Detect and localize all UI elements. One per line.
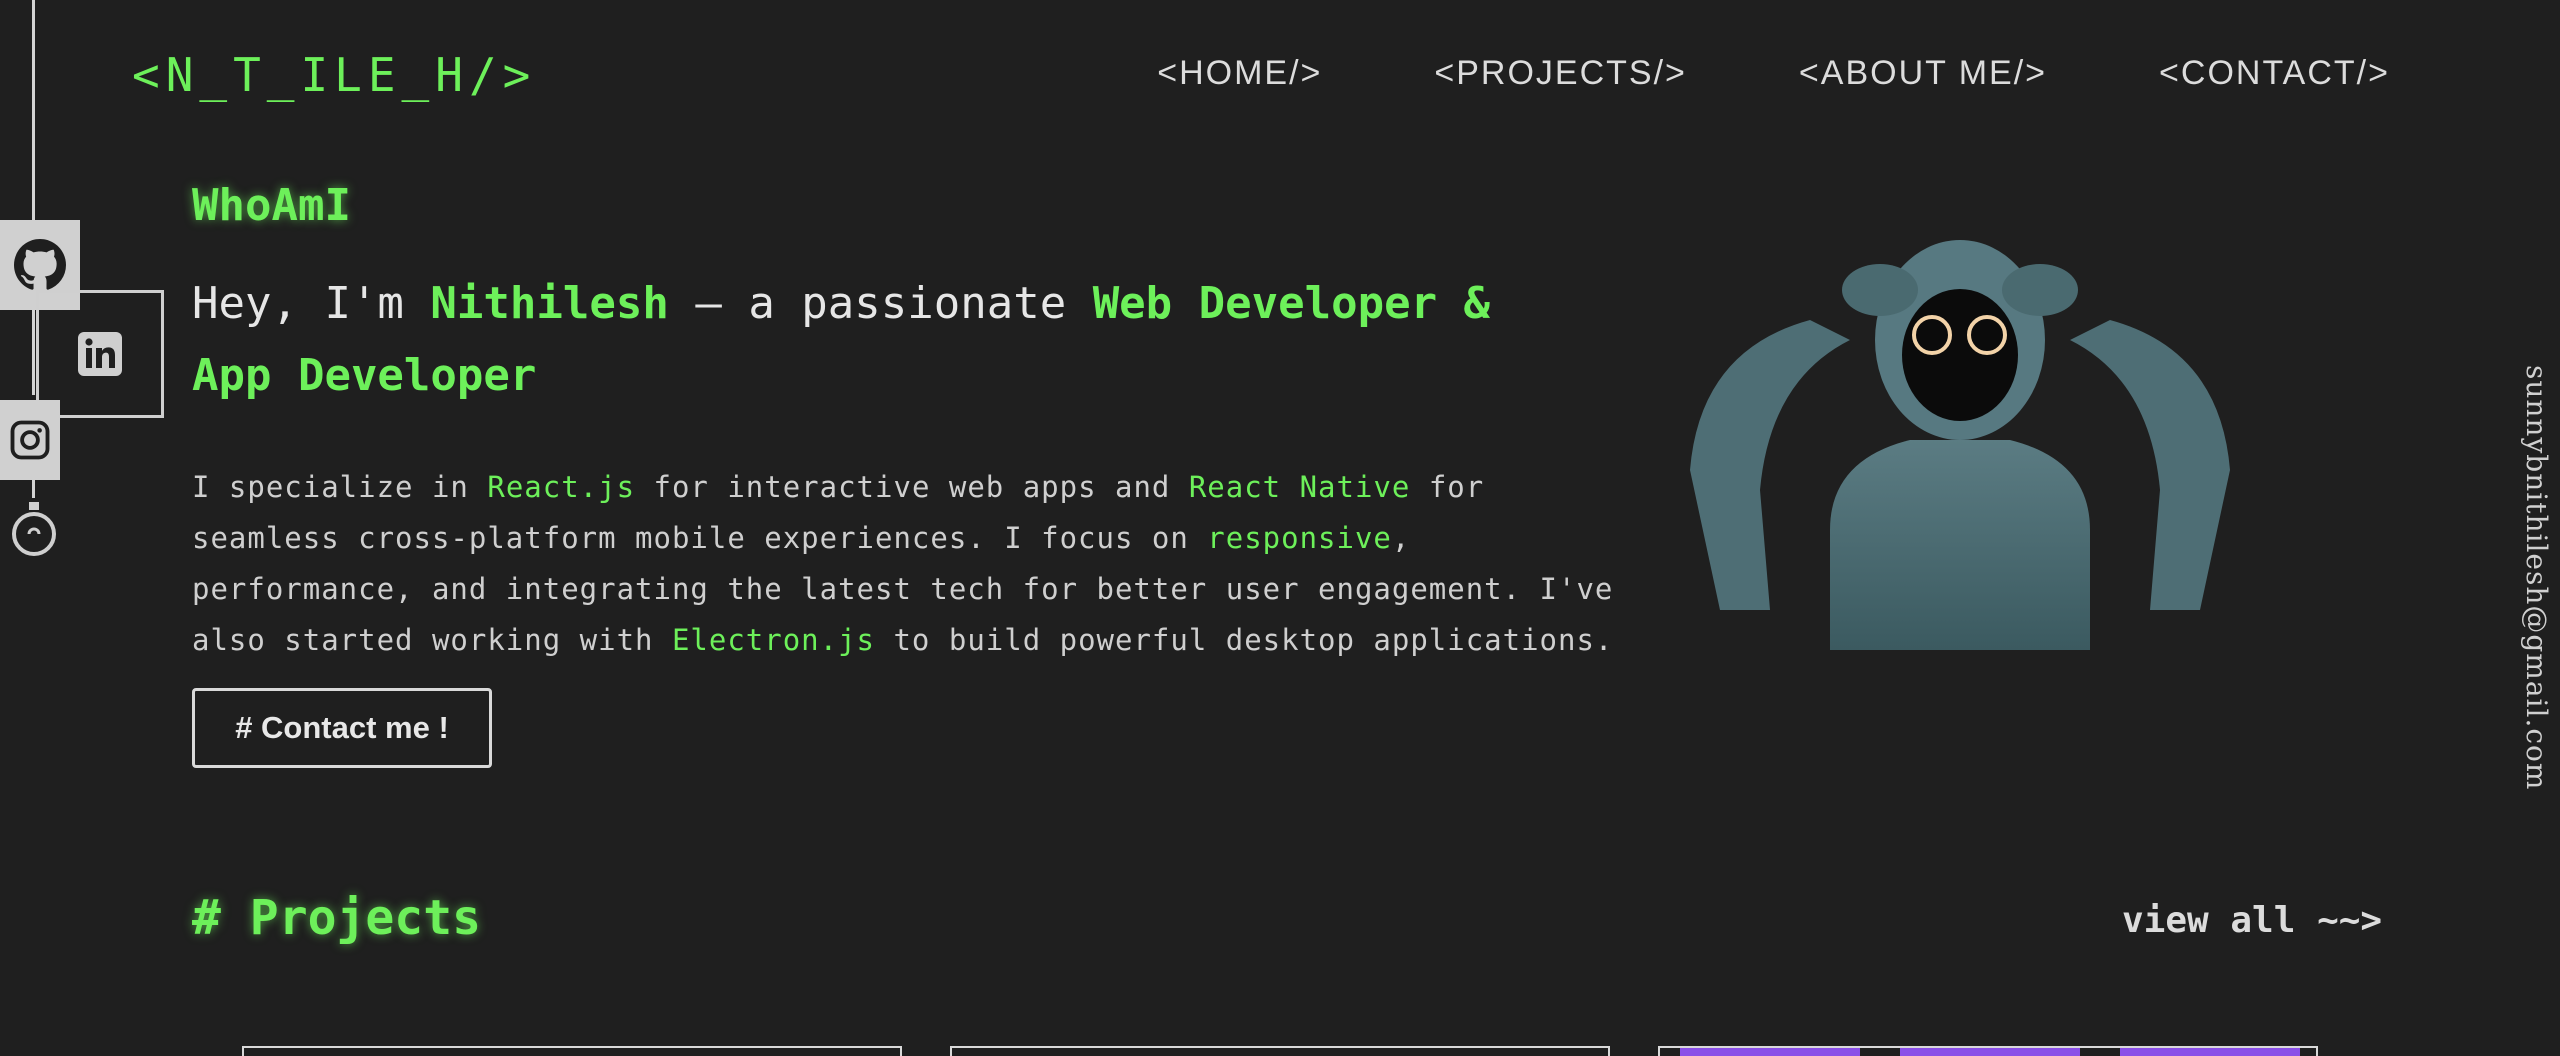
card-preview-stripe [1680, 1048, 1860, 1056]
bulb-toggle[interactable] [6, 498, 62, 562]
card-preview-stripe [2120, 1048, 2300, 1056]
intro-text: I specialize in [192, 470, 488, 504]
intro-text: for interactive web apps and [635, 470, 1189, 504]
project-card[interactable] [242, 1046, 902, 1056]
intro-highlight-react-native: React Native [1188, 470, 1411, 504]
project-card[interactable] [950, 1046, 1610, 1056]
intro-text: to build powerful desktop applications. [875, 623, 1614, 657]
contact-me-button[interactable]: # Contact me ! [192, 688, 492, 768]
headline-prefix: Hey, I'm [192, 278, 431, 329]
view-all-link[interactable]: view all ~~> [2122, 900, 2382, 941]
email-vertical[interactable]: sunnybnithilesh@gmail.com [2520, 365, 2553, 790]
left-rail-line [32, 478, 35, 498]
main-nav: <HOME/> <PROJECTS/> <ABOUT ME/> <CONTACT… [1157, 54, 2390, 93]
github-icon [14, 239, 66, 290]
headline-middle: — a passionate [668, 278, 1093, 329]
section-title-projects: # Projects [192, 890, 481, 946]
left-rail-line [32, 0, 35, 220]
nav-contact[interactable]: <CONTACT/> [2159, 54, 2390, 93]
nav-projects[interactable]: <PROJECTS/> [1434, 54, 1687, 93]
hero-intro: I specialize in React.js for interactive… [192, 462, 1622, 666]
linkedin-icon [78, 332, 122, 376]
bulb-icon [12, 502, 56, 556]
nav-home[interactable]: <HOME/> [1157, 54, 1322, 93]
project-card[interactable] [1658, 1046, 2318, 1056]
hooded-avatar-image [1690, 240, 2230, 650]
nav-about[interactable]: <ABOUT ME/> [1799, 54, 2047, 93]
instagram-icon [10, 420, 50, 460]
section-title-whoami: WhoAmI [192, 180, 351, 231]
site-logo[interactable]: <N_T_ILE_H/> [132, 48, 536, 102]
left-rail-line [32, 305, 35, 395]
intro-highlight-electron: Electron.js [671, 623, 876, 657]
headline-name: Nithilesh [430, 278, 669, 329]
linkedin-link[interactable] [36, 290, 164, 418]
intro-highlight-responsive: responsive [1207, 521, 1392, 555]
intro-highlight-react: React.js [487, 470, 636, 504]
hero-headline: Hey, I'm Nithilesh — a passionate Web De… [192, 268, 1532, 412]
instagram-link[interactable] [0, 400, 60, 480]
card-preview-stripe [1900, 1048, 2080, 1056]
